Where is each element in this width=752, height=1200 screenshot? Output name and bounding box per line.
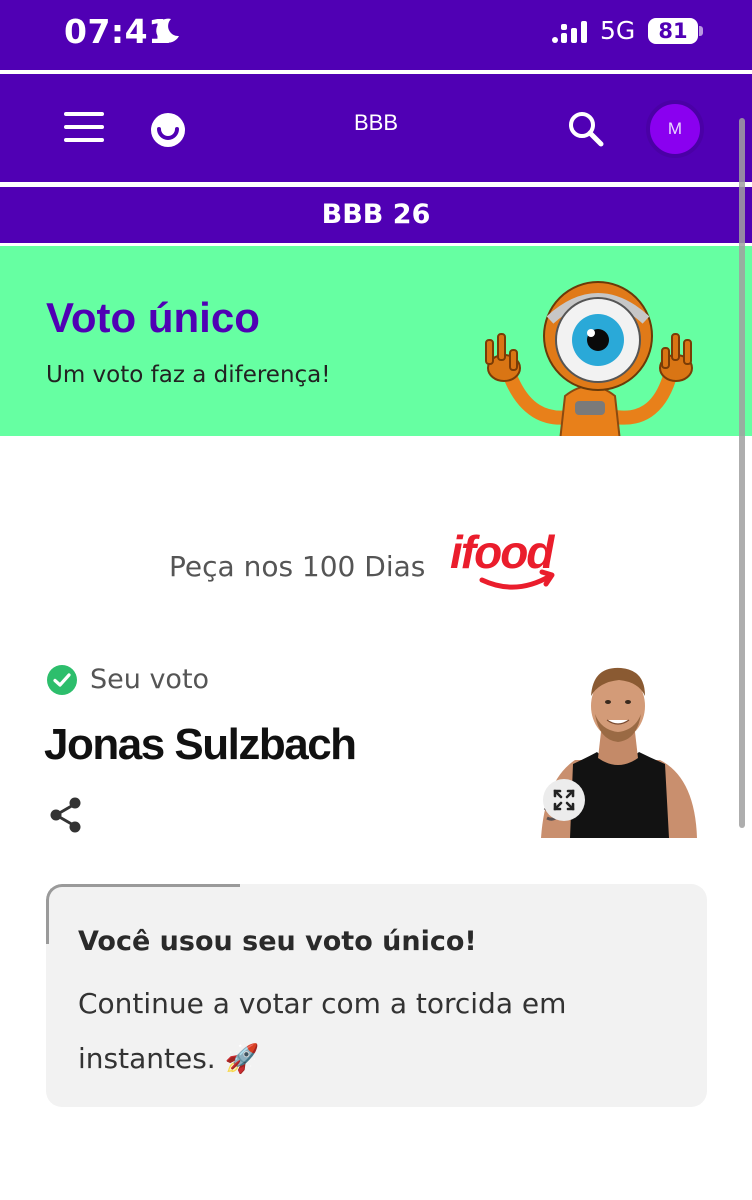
card-title: Você usou seu voto único! (78, 926, 477, 957)
search-icon[interactable] (567, 110, 605, 148)
battery-tip (699, 26, 703, 36)
program-title-bar[interactable]: BBB 26 (0, 187, 752, 243)
banner-title: Voto único (46, 294, 260, 341)
signal-icon (552, 21, 587, 43)
your-vote-label: Seu voto (90, 664, 210, 695)
candidate-name: Jonas Sulzbach (44, 720, 357, 769)
banner-subtitle: Um voto faz a diferença! (46, 362, 331, 388)
avatar[interactable]: M (646, 100, 704, 158)
vote-banner: Voto único Um voto faz a diferença! (0, 246, 752, 436)
card-message: Continue a votar com a torcida em instan… (78, 987, 567, 1075)
sponsor-text: Peça nos 100 Dias (169, 550, 426, 583)
expand-icon[interactable] (543, 779, 585, 821)
ifood-logo[interactable]: ifood (446, 524, 586, 600)
scrollbar[interactable] (739, 118, 745, 828)
moon-icon (156, 18, 179, 43)
svg-text:ifood: ifood (450, 526, 555, 578)
check-circle-icon (47, 665, 77, 695)
vote-used-card: Você usou seu voto único! Continue a vot… (46, 884, 707, 1107)
big-brother-eye-mascot (485, 281, 693, 436)
header-title[interactable]: BBB (0, 110, 752, 136)
network-type: 5G (600, 16, 636, 45)
battery-icon: 81 (648, 18, 698, 44)
share-icon[interactable] (48, 796, 84, 834)
site-header: BBB M (0, 74, 752, 182)
status-bar: 07:41 5G 81 (0, 0, 752, 70)
